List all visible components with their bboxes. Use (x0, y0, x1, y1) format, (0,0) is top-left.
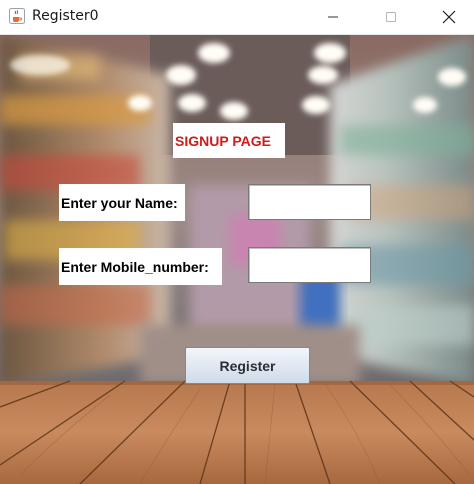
minimize-icon (328, 16, 338, 18)
signup-heading-panel: SIGNUP PAGE (173, 123, 285, 158)
content-panel: SIGNUP PAGE Enter your Name: Enter Mobil… (0, 35, 474, 484)
mobile-label: Enter Mobile_number: (61, 258, 209, 275)
page-title: SIGNUP PAGE (175, 132, 271, 149)
maximize-icon (386, 12, 396, 22)
window-title: Register0 (32, 8, 99, 24)
register-button[interactable]: Register (185, 347, 310, 384)
mobile-number-field[interactable] (248, 247, 371, 283)
title-bar[interactable]: Register0 (0, 0, 474, 35)
name-label-panel: Enter your Name: (59, 184, 185, 221)
close-button[interactable] (421, 0, 474, 34)
java-cup-icon (9, 8, 25, 24)
close-icon (442, 10, 456, 24)
maximize-button[interactable] (363, 0, 419, 34)
app-window: Register0 SIGNUP PAGE Enter your Name: E… (0, 0, 474, 484)
minimize-button[interactable] (305, 0, 361, 34)
name-field[interactable] (248, 184, 371, 220)
name-label: Enter your Name: (61, 194, 178, 211)
mobile-label-panel: Enter Mobile_number: (59, 248, 222, 285)
